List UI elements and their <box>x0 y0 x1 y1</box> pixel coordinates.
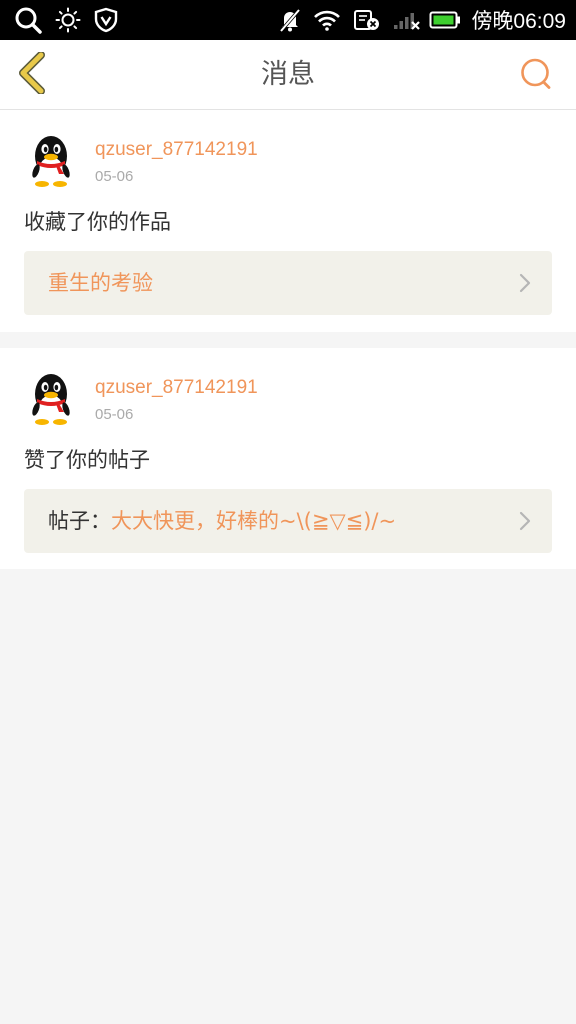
target-prefix: 帖子： <box>48 509 111 533</box>
brightness-icon <box>54 0 82 40</box>
message-action: 收藏了你的作品 <box>24 210 171 234</box>
post-title: 帖子：大大快更，好棒的~\(≧▽≦)/~ <box>48 489 396 553</box>
signal-icon <box>390 0 422 40</box>
work-title: 重生的考验 <box>48 251 153 315</box>
target-title: 大大快更，好棒的~\(≧▽≦)/~ <box>111 509 397 533</box>
app-header: 消息 <box>0 40 576 110</box>
search-icon <box>12 0 44 40</box>
sim-icon <box>352 0 382 40</box>
status-bar: 傍晚06:09 <box>0 0 576 40</box>
target-title: 重生的考验 <box>48 271 153 295</box>
avatar[interactable] <box>28 372 74 426</box>
battery-icon <box>428 0 462 40</box>
message-action: 赞了你的帖子 <box>24 448 150 472</box>
message-date: 05-06 <box>95 406 134 423</box>
search-icon <box>519 57 553 95</box>
username[interactable]: qzuser_877142191 <box>95 139 258 161</box>
message-card: qzuser_877142191 05-06 收藏了你的作品 重生的考验 <box>0 110 576 332</box>
mute-icon <box>276 0 304 40</box>
message-card: qzuser_877142191 05-06 赞了你的帖子 帖子：大大快更，好棒… <box>0 348 576 569</box>
username[interactable]: qzuser_877142191 <box>95 377 258 399</box>
work-link[interactable]: 重生的考验 <box>24 251 552 315</box>
vpn-shield-icon <box>92 0 120 40</box>
status-time: 傍晚06:09 <box>471 10 566 33</box>
qq-penguin-icon <box>32 136 70 187</box>
wifi-icon <box>312 0 342 40</box>
qq-penguin-icon <box>32 374 70 425</box>
avatar[interactable] <box>28 134 74 188</box>
message-date: 05-06 <box>95 168 134 185</box>
page-title: 消息 <box>261 59 315 90</box>
chevron-right-icon <box>518 510 532 532</box>
search-button[interactable] <box>516 56 556 96</box>
post-link[interactable]: 帖子：大大快更，好棒的~\(≧▽≦)/~ <box>24 489 552 553</box>
chevron-right-icon <box>518 272 532 294</box>
